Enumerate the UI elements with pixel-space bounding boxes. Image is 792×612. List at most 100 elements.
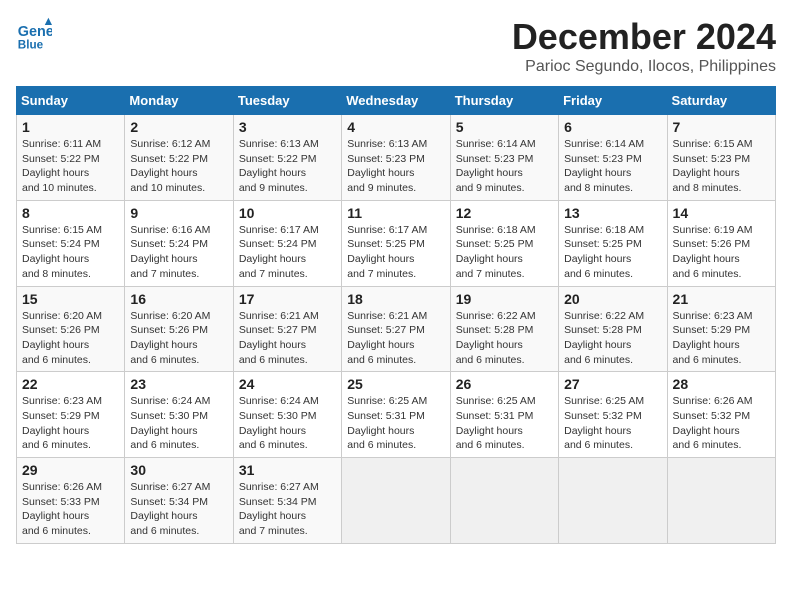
- day-info: Sunrise: 6:11 AMSunset: 5:22 PMDaylight …: [22, 137, 119, 196]
- calendar-cell: 24 Sunrise: 6:24 AMSunset: 5:30 PMDayligh…: [233, 372, 341, 458]
- day-info: Sunrise: 6:13 AMSunset: 5:23 PMDaylight …: [347, 137, 444, 196]
- weekday-header-wednesday: Wednesday: [342, 87, 450, 115]
- calendar-cell: [667, 458, 775, 544]
- day-number: 6: [564, 119, 661, 135]
- day-info: Sunrise: 6:21 AMSunset: 5:27 PMDaylight …: [347, 309, 444, 368]
- day-number: 1: [22, 119, 119, 135]
- calendar-cell: 31 Sunrise: 6:27 AMSunset: 5:34 PMDayligh…: [233, 458, 341, 544]
- month-title: December 2024: [512, 16, 776, 58]
- calendar-cell: 10 Sunrise: 6:17 AMSunset: 5:24 PMDayligh…: [233, 200, 341, 286]
- calendar-week-1: 1 Sunrise: 6:11 AMSunset: 5:22 PMDaylight…: [17, 115, 776, 201]
- calendar-cell: 14 Sunrise: 6:19 AMSunset: 5:26 PMDayligh…: [667, 200, 775, 286]
- day-number: 23: [130, 376, 227, 392]
- day-number: 8: [22, 205, 119, 221]
- calendar-cell: 18 Sunrise: 6:21 AMSunset: 5:27 PMDayligh…: [342, 286, 450, 372]
- day-number: 2: [130, 119, 227, 135]
- day-info: Sunrise: 6:23 AMSunset: 5:29 PMDaylight …: [673, 309, 770, 368]
- calendar-cell: 23Sunrise: 6:24 AMSunset: 5:30 PMDayligh…: [125, 372, 233, 458]
- day-info: Sunrise: 6:12 AMSunset: 5:22 PMDaylight …: [130, 137, 227, 196]
- calendar-cell: [450, 458, 558, 544]
- calendar-week-2: 8Sunrise: 6:15 AMSunset: 5:24 PMDaylight…: [17, 200, 776, 286]
- calendar-cell: 4Sunrise: 6:13 AMSunset: 5:23 PMDaylight…: [342, 115, 450, 201]
- calendar-cell: 5Sunrise: 6:14 AMSunset: 5:23 PMDaylight…: [450, 115, 558, 201]
- calendar-cell: 9 Sunrise: 6:16 AMSunset: 5:24 PMDaylight…: [125, 200, 233, 286]
- day-number: 26: [456, 376, 553, 392]
- title-block: December 2024 Parioc Segundo, Ilocos, Ph…: [512, 16, 776, 76]
- day-info: Sunrise: 6:20 AMSunset: 5:26 PMDaylight …: [22, 309, 119, 368]
- calendar-cell: 6 Sunrise: 6:14 AMSunset: 5:23 PMDaylight…: [559, 115, 667, 201]
- day-number: 13: [564, 205, 661, 221]
- calendar-cell: 26 Sunrise: 6:25 AMSunset: 5:31 PMDayligh…: [450, 372, 558, 458]
- calendar-cell: 3 Sunrise: 6:13 AMSunset: 5:22 PMDaylight…: [233, 115, 341, 201]
- logo-icon: General Blue: [16, 16, 52, 52]
- day-number: 18: [347, 291, 444, 307]
- calendar-cell: 30 Sunrise: 6:27 AMSunset: 5:34 PMDayligh…: [125, 458, 233, 544]
- calendar-cell: 8Sunrise: 6:15 AMSunset: 5:24 PMDaylight…: [17, 200, 125, 286]
- calendar-cell: [559, 458, 667, 544]
- day-number: 11: [347, 205, 444, 221]
- day-number: 28: [673, 376, 770, 392]
- day-number: 22: [22, 376, 119, 392]
- day-info: Sunrise: 6:25 AMSunset: 5:31 PMDaylight …: [347, 394, 444, 453]
- day-info: Sunrise: 6:14 AMSunset: 5:23 PMDaylight …: [564, 137, 661, 196]
- calendar-cell: 17 Sunrise: 6:21 AMSunset: 5:27 PMDayligh…: [233, 286, 341, 372]
- calendar-header: SundayMondayTuesdayWednesdayThursdayFrid…: [17, 87, 776, 115]
- svg-text:General: General: [18, 24, 52, 40]
- day-info: Sunrise: 6:13 AMSunset: 5:22 PMDaylight …: [239, 137, 336, 196]
- calendar-cell: 20 Sunrise: 6:22 AMSunset: 5:28 PMDayligh…: [559, 286, 667, 372]
- calendar-cell: 19Sunrise: 6:22 AMSunset: 5:28 PMDayligh…: [450, 286, 558, 372]
- day-number: 5: [456, 119, 553, 135]
- day-info: Sunrise: 6:27 AMSunset: 5:34 PMDaylight …: [130, 480, 227, 539]
- day-number: 29: [22, 462, 119, 478]
- day-info: Sunrise: 6:19 AMSunset: 5:26 PMDaylight …: [673, 223, 770, 282]
- day-number: 17: [239, 291, 336, 307]
- day-number: 3: [239, 119, 336, 135]
- calendar-week-3: 15 Sunrise: 6:20 AMSunset: 5:26 PMDayligh…: [17, 286, 776, 372]
- page-header: General Blue December 2024 Parioc Segund…: [16, 16, 776, 76]
- day-info: Sunrise: 6:22 AMSunset: 5:28 PMDaylight …: [564, 309, 661, 368]
- day-number: 21: [673, 291, 770, 307]
- day-info: Sunrise: 6:22 AMSunset: 5:28 PMDaylight …: [456, 309, 553, 368]
- day-info: Sunrise: 6:18 AMSunset: 5:25 PMDaylight …: [456, 223, 553, 282]
- day-number: 7: [673, 119, 770, 135]
- day-number: 14: [673, 205, 770, 221]
- calendar-cell: [342, 458, 450, 544]
- logo: General Blue: [16, 16, 52, 52]
- day-info: Sunrise: 6:16 AMSunset: 5:24 PMDaylight …: [130, 223, 227, 282]
- day-info: Sunrise: 6:18 AMSunset: 5:25 PMDaylight …: [564, 223, 661, 282]
- calendar-cell: 15 Sunrise: 6:20 AMSunset: 5:26 PMDayligh…: [17, 286, 125, 372]
- day-info: Sunrise: 6:17 AMSunset: 5:25 PMDaylight …: [347, 223, 444, 282]
- day-info: Sunrise: 6:20 AMSunset: 5:26 PMDaylight …: [130, 309, 227, 368]
- day-info: Sunrise: 6:24 AMSunset: 5:30 PMDaylight …: [239, 394, 336, 453]
- day-number: 24: [239, 376, 336, 392]
- day-number: 25: [347, 376, 444, 392]
- day-info: Sunrise: 6:27 AMSunset: 5:34 PMDaylight …: [239, 480, 336, 539]
- calendar-cell: 22 Sunrise: 6:23 AMSunset: 5:29 PMDayligh…: [17, 372, 125, 458]
- day-number: 30: [130, 462, 227, 478]
- weekday-header-saturday: Saturday: [667, 87, 775, 115]
- day-info: Sunrise: 6:25 AMSunset: 5:31 PMDaylight …: [456, 394, 553, 453]
- weekday-header-tuesday: Tuesday: [233, 87, 341, 115]
- calendar-cell: 12 Sunrise: 6:18 AMSunset: 5:25 PMDayligh…: [450, 200, 558, 286]
- calendar-week-4: 22 Sunrise: 6:23 AMSunset: 5:29 PMDayligh…: [17, 372, 776, 458]
- day-number: 27: [564, 376, 661, 392]
- calendar-cell: 16Sunrise: 6:20 AMSunset: 5:26 PMDayligh…: [125, 286, 233, 372]
- calendar-cell: 1 Sunrise: 6:11 AMSunset: 5:22 PMDaylight…: [17, 115, 125, 201]
- day-number: 9: [130, 205, 227, 221]
- calendar-cell: 21 Sunrise: 6:23 AMSunset: 5:29 PMDayligh…: [667, 286, 775, 372]
- day-number: 10: [239, 205, 336, 221]
- day-number: 12: [456, 205, 553, 221]
- day-number: 31: [239, 462, 336, 478]
- svg-text:Blue: Blue: [18, 38, 44, 51]
- day-info: Sunrise: 6:26 AMSunset: 5:32 PMDaylight …: [673, 394, 770, 453]
- day-number: 20: [564, 291, 661, 307]
- day-info: Sunrise: 6:17 AMSunset: 5:24 PMDaylight …: [239, 223, 336, 282]
- calendar-cell: 27Sunrise: 6:25 AMSunset: 5:32 PMDayligh…: [559, 372, 667, 458]
- calendar-cell: 2 Sunrise: 6:12 AMSunset: 5:22 PMDaylight…: [125, 115, 233, 201]
- weekday-header-friday: Friday: [559, 87, 667, 115]
- day-number: 15: [22, 291, 119, 307]
- day-info: Sunrise: 6:21 AMSunset: 5:27 PMDaylight …: [239, 309, 336, 368]
- day-info: Sunrise: 6:23 AMSunset: 5:29 PMDaylight …: [22, 394, 119, 453]
- calendar-cell: 11 Sunrise: 6:17 AMSunset: 5:25 PMDayligh…: [342, 200, 450, 286]
- calendar-cell: 7Sunrise: 6:15 AMSunset: 5:23 PMDaylight…: [667, 115, 775, 201]
